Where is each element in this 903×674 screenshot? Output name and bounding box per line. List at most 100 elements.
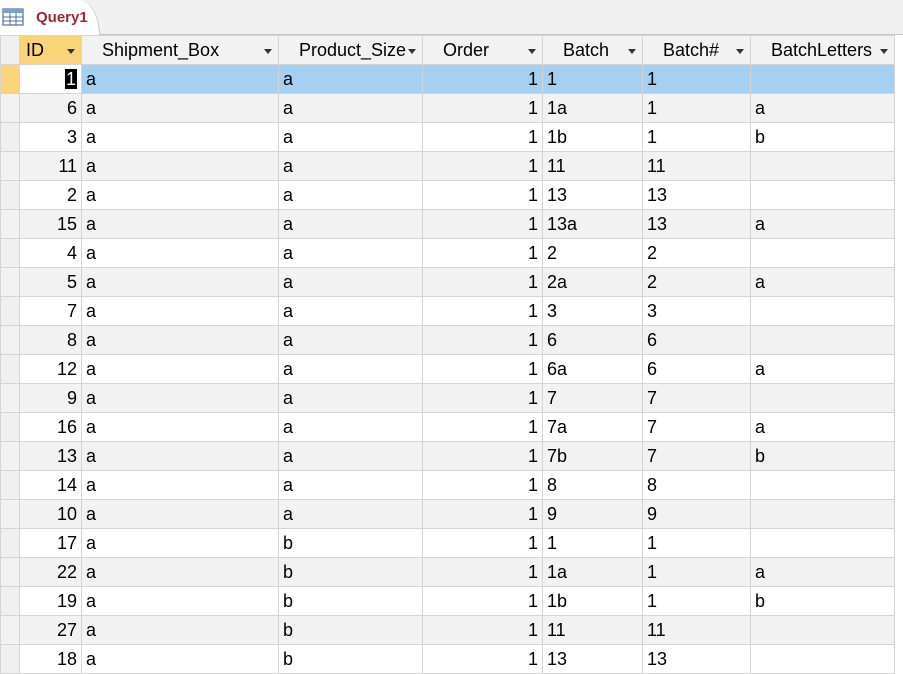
cell-product-size[interactable]: a <box>278 238 423 268</box>
cell-order[interactable]: 1 <box>422 296 543 326</box>
cell-batch[interactable]: 1a <box>542 557 643 587</box>
cell-batch[interactable]: 7a <box>542 412 643 442</box>
record-selector[interactable] <box>0 383 20 413</box>
record-selector[interactable] <box>0 180 20 210</box>
cell-order[interactable]: 1 <box>422 122 543 152</box>
cell-shipment-box[interactable]: a <box>81 267 279 297</box>
table-row[interactable]: 15 a a 1 13a 13 a <box>0 209 895 239</box>
cell-batchletters[interactable] <box>750 238 895 268</box>
record-selector[interactable] <box>0 557 20 587</box>
cell-shipment-box[interactable]: a <box>81 64 279 94</box>
cell-batch[interactable]: 1 <box>642 528 751 558</box>
cell-product-size[interactable]: b <box>278 557 423 587</box>
cell-product-size[interactable]: a <box>278 412 423 442</box>
cell-shipment-box[interactable]: a <box>81 238 279 268</box>
table-row[interactable]: 2 a a 1 13 13 <box>0 180 895 210</box>
cell-shipment-box[interactable]: a <box>81 296 279 326</box>
record-selector[interactable] <box>0 267 20 297</box>
cell-batchletters[interactable] <box>750 528 895 558</box>
record-selector[interactable] <box>0 499 20 529</box>
cell-product-size[interactable]: b <box>278 528 423 558</box>
query1-tab[interactable]: Query1 <box>0 0 100 35</box>
cell-order[interactable]: 1 <box>422 412 543 442</box>
table-row[interactable]: 27 a b 1 11 11 <box>0 615 895 645</box>
column-header-product-size[interactable]: Product_Size <box>278 35 423 65</box>
cell-batch[interactable]: 8 <box>642 470 751 500</box>
record-selector[interactable] <box>0 441 20 471</box>
cell-shipment-box[interactable]: a <box>81 180 279 210</box>
cell-id[interactable]: 14 <box>19 470 82 500</box>
filter-dropdown-icon[interactable] <box>264 49 272 54</box>
cell-batch[interactable]: 1b <box>542 122 643 152</box>
cell-batch[interactable]: 2 <box>642 238 751 268</box>
filter-dropdown-icon[interactable] <box>408 49 416 54</box>
cell-batch[interactable]: 13 <box>642 180 751 210</box>
cell-batch[interactable]: 7 <box>642 383 751 413</box>
cell-batch[interactable]: 1 <box>542 64 643 94</box>
cell-batch[interactable]: 9 <box>642 499 751 529</box>
cell-order[interactable]: 1 <box>422 557 543 587</box>
cell-shipment-box[interactable]: a <box>81 209 279 239</box>
table-row[interactable]: 1aa111 <box>0 64 895 94</box>
cell-order[interactable]: 1 <box>422 64 543 94</box>
cell-id[interactable]: 16 <box>19 412 82 442</box>
cell-product-size[interactable]: a <box>278 151 423 181</box>
table-row[interactable]: 13 a a 1 7b 7 b <box>0 441 895 471</box>
cell-product-size[interactable]: a <box>278 441 423 471</box>
table-row[interactable]: 6 a a 1 1a 1 a <box>0 93 895 123</box>
cell-batchletters[interactable]: b <box>750 122 895 152</box>
column-header-id[interactable]: ID <box>19 35 82 65</box>
cell-batchletters[interactable]: a <box>750 209 895 239</box>
cell-order[interactable]: 1 <box>422 586 543 616</box>
table-row[interactable]: 18 a b 1 13 13 <box>0 644 895 674</box>
cell-id[interactable]: 4 <box>19 238 82 268</box>
cell-batchletters[interactable] <box>750 644 895 674</box>
cell-order[interactable]: 1 <box>422 528 543 558</box>
cell-batchletters[interactable] <box>750 383 895 413</box>
cell-product-size[interactable]: b <box>278 644 423 674</box>
cell-id[interactable]: 27 <box>19 615 82 645</box>
cell-order[interactable]: 1 <box>422 441 543 471</box>
cell-order[interactable]: 1 <box>422 470 543 500</box>
cell-batch[interactable]: 13 <box>542 180 643 210</box>
cell-batch[interactable]: 6 <box>642 325 751 355</box>
cell-order[interactable]: 1 <box>422 267 543 297</box>
record-selector[interactable] <box>0 93 20 123</box>
cell-batch[interactable]: 6a <box>542 354 643 384</box>
cell-id[interactable]: 22 <box>19 557 82 587</box>
cell-product-size[interactable]: a <box>278 93 423 123</box>
table-row[interactable]: 16 a a 1 7a 7 a <box>0 412 895 442</box>
cell-id[interactable]: 6 <box>19 93 82 123</box>
cell-id[interactable]: 15 <box>19 209 82 239</box>
cell-shipment-box[interactable]: a <box>81 383 279 413</box>
cell-shipment-box[interactable]: a <box>81 528 279 558</box>
cell-product-size[interactable]: b <box>278 586 423 616</box>
cell-batchletters[interactable]: a <box>750 557 895 587</box>
cell-batchletters[interactable]: b <box>750 441 895 471</box>
cell-shipment-box[interactable]: a <box>81 470 279 500</box>
table-row[interactable]: 7aa133 <box>0 296 895 326</box>
cell-shipment-box[interactable]: a <box>81 644 279 674</box>
cell-batchletters[interactable] <box>750 470 895 500</box>
table-row[interactable]: 12 a a 1 6a 6 a <box>0 354 895 384</box>
filter-dropdown-icon[interactable] <box>736 49 744 54</box>
cell-batch[interactable]: 6 <box>642 354 751 384</box>
cell-batchletters[interactable] <box>750 64 895 94</box>
cell-batchletters[interactable] <box>750 296 895 326</box>
cell-id[interactable]: 12 <box>19 354 82 384</box>
cell-product-size[interactable]: a <box>278 383 423 413</box>
cell-id[interactable]: 7 <box>19 296 82 326</box>
column-header-batch[interactable]: Batch# <box>642 35 751 65</box>
filter-dropdown-icon[interactable] <box>628 49 636 54</box>
cell-batch[interactable]: 3 <box>642 296 751 326</box>
record-selector[interactable] <box>0 586 20 616</box>
cell-batch[interactable]: 2a <box>542 267 643 297</box>
cell-id[interactable]: 17 <box>19 528 82 558</box>
cell-id[interactable]: 9 <box>19 383 82 413</box>
column-header-batchletters[interactable]: BatchLetters <box>750 35 895 65</box>
cell-batchletters[interactable]: a <box>750 267 895 297</box>
cell-order[interactable]: 1 <box>422 499 543 529</box>
cell-product-size[interactable]: a <box>278 354 423 384</box>
cell-batchletters[interactable] <box>750 499 895 529</box>
cell-product-size[interactable]: a <box>278 267 423 297</box>
